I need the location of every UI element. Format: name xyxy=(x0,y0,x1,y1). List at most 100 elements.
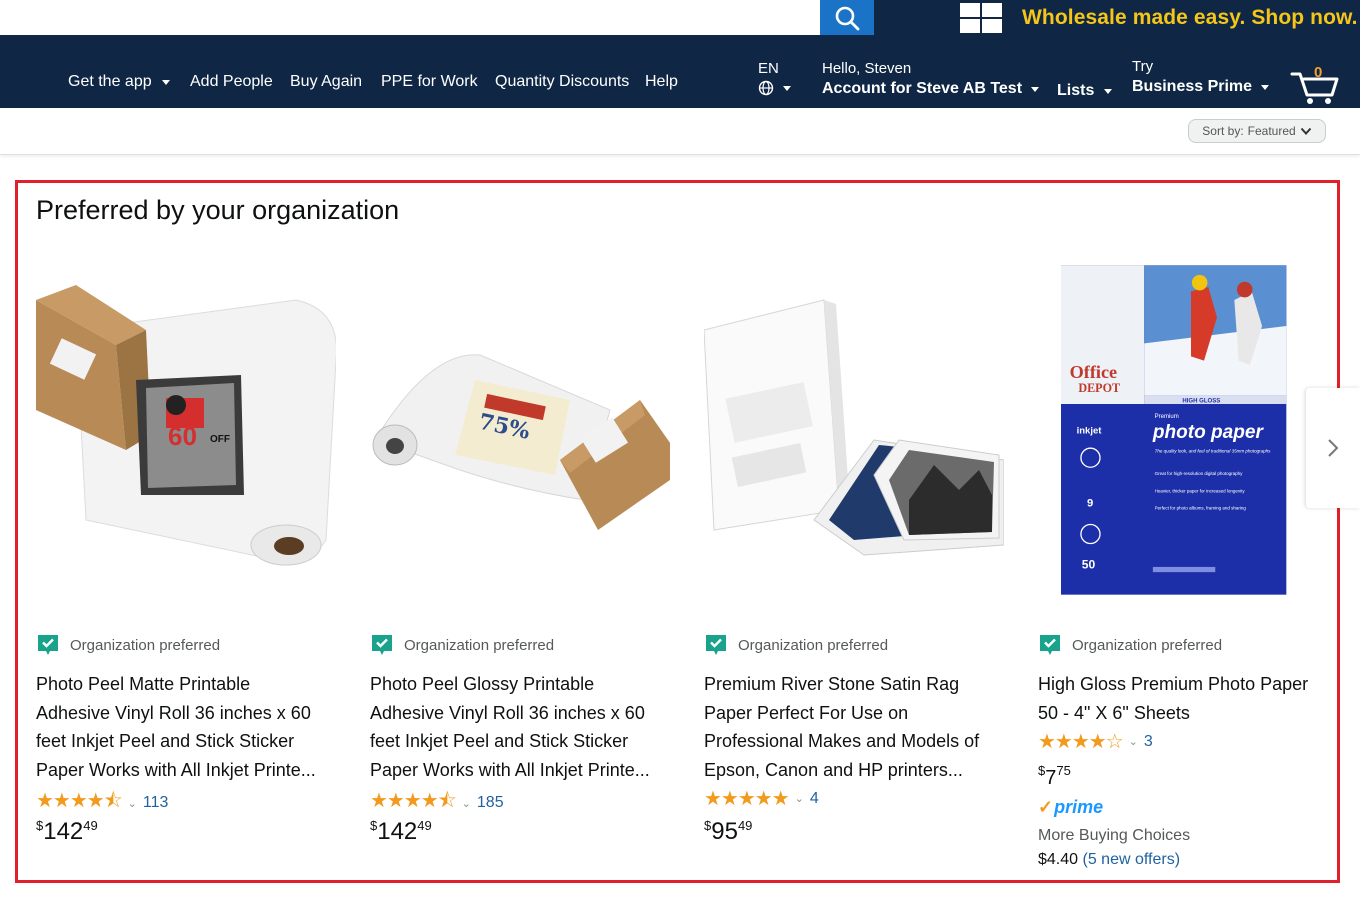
brand-name-2: DEPOT xyxy=(1078,381,1120,395)
product-image[interactable] xyxy=(704,240,1004,620)
title-line: Photo Peel Glossy Printable xyxy=(370,674,595,694)
title-line: Paper Works with All Inkjet Printe... xyxy=(370,759,650,780)
svg-text:OFF: OFF xyxy=(210,434,230,445)
nav-buy-again[interactable]: Buy Again xyxy=(290,73,362,91)
star-rating-icon: ★★★★⯪ xyxy=(36,790,123,812)
product-image[interactable]: 75% xyxy=(370,240,670,620)
prime-check-icon: ✓ xyxy=(1038,797,1054,817)
search-button[interactable] xyxy=(820,0,874,35)
nav-get-the-app[interactable]: Get the app xyxy=(68,73,170,91)
org-preferred-badge: Organization preferred xyxy=(1038,633,1222,657)
new-offers-link[interactable]: (5 new offers) xyxy=(1083,851,1181,868)
title-line: feet Inkjet Peel and Stick Sticker xyxy=(36,731,295,751)
check-badge-icon xyxy=(372,635,392,655)
product-title-link[interactable]: Photo Peel Matte Printable Adhesive Viny… xyxy=(36,670,336,784)
caret-down-icon xyxy=(1104,88,1113,94)
caret-down-icon xyxy=(1031,86,1040,92)
badge-label: Organization preferred xyxy=(70,636,221,654)
cart-button[interactable]: 0 xyxy=(1290,64,1342,106)
search-input[interactable] xyxy=(0,0,820,35)
offer-line: $4.40 (5 new offers) xyxy=(1038,851,1180,869)
review-count[interactable]: 4 xyxy=(810,790,819,808)
chevron-down-icon: ⌄ xyxy=(461,797,471,810)
product-image[interactable]: 60 OFF xyxy=(36,240,336,620)
sort-label: Sort by: xyxy=(1202,124,1244,138)
check-badge-icon xyxy=(38,635,58,655)
title-line: Professional Makes and Models of xyxy=(704,731,980,751)
badge-label: Organization preferred xyxy=(404,636,555,654)
product-title-link[interactable]: Photo Peel Glossy Printable Adhesive Vin… xyxy=(370,670,670,784)
section-title: Preferred by your organization xyxy=(36,195,400,225)
cart-count: 0 xyxy=(1314,64,1323,81)
nav-item-label: Get the app xyxy=(68,73,152,90)
business-prime-try: Try xyxy=(1132,58,1154,75)
language-code: EN xyxy=(758,60,779,77)
business-prime-label: Business Prime xyxy=(1132,78,1253,95)
account-menu[interactable]: Hello, Steven Account for Steve AB Test xyxy=(822,60,1040,98)
business-prime-menu[interactable]: Try Business Prime xyxy=(1132,58,1270,96)
title-line: Epson, Canon and HP printers... xyxy=(704,759,963,780)
svg-text:60: 60 xyxy=(168,421,197,451)
sort-dropdown[interactable]: Sort by: Featured xyxy=(1188,119,1326,143)
top-strip: Wholesale made easy. Shop now. xyxy=(0,0,1360,36)
search-icon xyxy=(835,6,860,30)
price-cents: 49 xyxy=(417,818,432,833)
nav-item-label: Buy Again xyxy=(290,73,363,90)
star-rating-icon: ★★★★⯪ xyxy=(370,790,457,812)
title-line: Premium River Stone Satin Rag xyxy=(704,674,960,694)
review-count[interactable]: 3 xyxy=(1144,733,1153,751)
carousel-next-button[interactable] xyxy=(1306,388,1360,508)
product-title-link[interactable]: High Gloss Premium Photo Paper 50 - 4" X… xyxy=(1038,670,1338,727)
results-toolbar: Sort by: Featured xyxy=(0,108,1360,155)
language-selector[interactable]: EN xyxy=(758,60,791,96)
price-cents: 49 xyxy=(737,818,753,833)
title-line: Paper Works with All Inkjet Printe... xyxy=(36,759,316,780)
prime-badge: ✓prime xyxy=(1038,797,1103,818)
nav-add-people[interactable]: Add People xyxy=(190,73,273,91)
price-dollars: 95 xyxy=(711,818,738,845)
review-count[interactable]: 113 xyxy=(143,794,169,812)
nav-ppe-for-work[interactable]: PPE for Work xyxy=(381,73,478,91)
title-line: High Gloss Premium Photo Paper xyxy=(1038,674,1309,694)
price: $14249 xyxy=(370,818,432,846)
org-preferred-badge: Organization preferred xyxy=(704,633,888,657)
nav-item-label: PPE for Work xyxy=(381,73,478,90)
check-badge-icon xyxy=(1040,635,1060,655)
main-nav: Get the app Add People Buy Again PPE for… xyxy=(0,36,1360,108)
product-kicker: Premium xyxy=(1155,414,1179,420)
nav-item-label: Quantity Discounts xyxy=(495,73,630,90)
more-buying-choices: More Buying Choices xyxy=(1038,827,1191,844)
wholesale-banner[interactable]: Wholesale made easy. Shop now. xyxy=(1022,6,1358,30)
chevron-down-icon: ⌄ xyxy=(1128,736,1138,748)
price: $14249 xyxy=(36,818,98,846)
title-line: feet Inkjet Peel and Stick Sticker xyxy=(370,731,629,751)
product-title-link[interactable]: Premium River Stone Satin Rag Paper Perf… xyxy=(704,670,1004,784)
nav-help[interactable]: Help xyxy=(645,73,678,91)
product-headline: photo paper xyxy=(1152,422,1265,443)
title-line: Paper Perfect For Use on xyxy=(704,702,909,723)
product-image[interactable]: Office DEPOT HIGH GLOSS Premium photo pa… xyxy=(1061,240,1321,620)
spec-inkjet: inkjet xyxy=(1077,425,1103,436)
product-tagline: The quality look, and feel of traditiona… xyxy=(1155,449,1272,454)
nav-item-label: Help xyxy=(645,73,678,90)
badge-label: Organization preferred xyxy=(738,636,889,654)
sort-value: Featured xyxy=(1247,124,1296,138)
rating[interactable]: ★★★★★ ⌄ 4 xyxy=(704,786,819,811)
feature-1: Great for high-resolution digital photog… xyxy=(1155,471,1244,476)
org-preferred-badge: Organization preferred xyxy=(370,633,554,657)
title-line: 50 - 4" X 6" Sheets xyxy=(1038,702,1190,723)
rating[interactable]: ★★★★⯪ ⌄ 113 xyxy=(36,786,168,820)
rating[interactable]: ★★★★☆ ⌄ 3 xyxy=(1038,729,1153,754)
lists-menu[interactable]: Lists xyxy=(1057,82,1113,100)
ribbon-text: HIGH GLOSS xyxy=(1182,398,1220,404)
star-rating-icon: ★★★★★ xyxy=(704,788,790,810)
nav-quantity-discounts[interactable]: Quantity Discounts xyxy=(495,73,629,91)
org-preferred-badge: Organization preferred xyxy=(36,633,220,657)
title-line: Photo Peel Matte Printable xyxy=(36,674,251,694)
review-count[interactable]: 185 xyxy=(477,794,504,812)
language-globe xyxy=(758,80,791,96)
badge-label: Organization preferred xyxy=(1072,636,1223,654)
rating[interactable]: ★★★★⯪ ⌄ 185 xyxy=(370,786,504,820)
feature-2: Heavier, thicker paper for increased lon… xyxy=(1155,488,1246,493)
grid-icon[interactable] xyxy=(960,3,1002,33)
